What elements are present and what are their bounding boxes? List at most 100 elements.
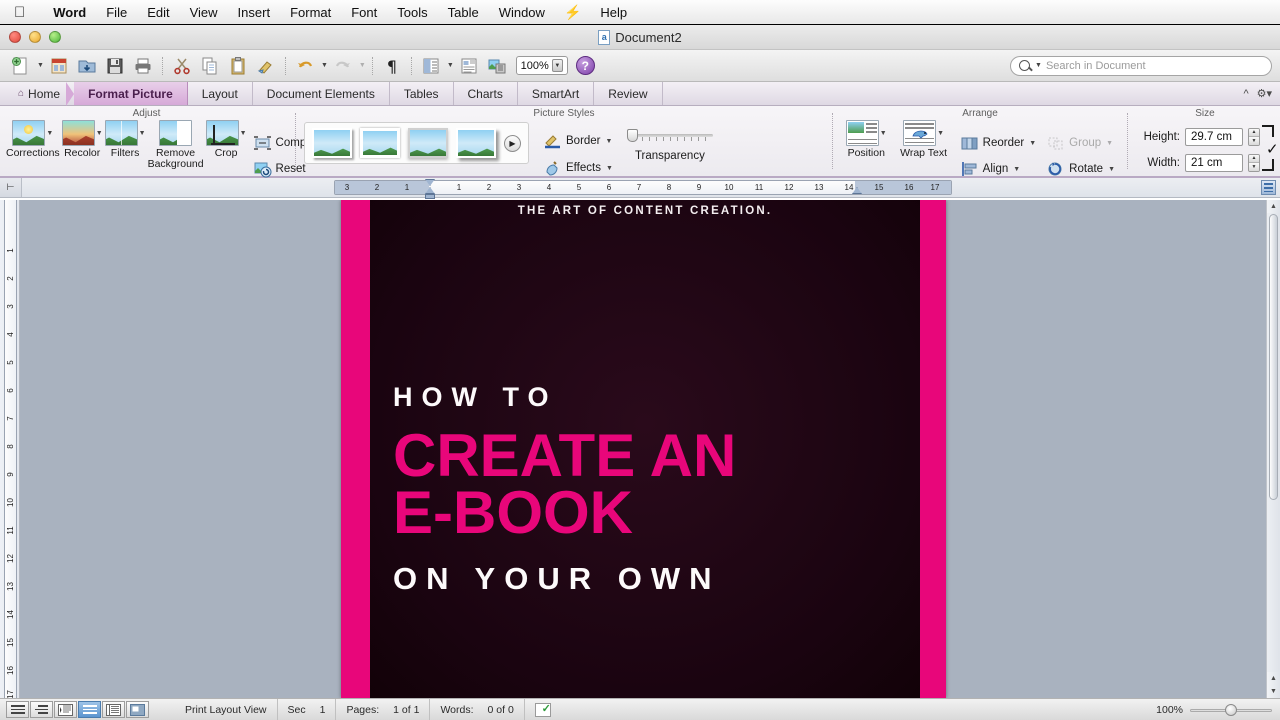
effects-dropdown[interactable]: ▼ bbox=[606, 165, 613, 172]
left-indent-marker[interactable] bbox=[425, 194, 435, 199]
picture-style-1[interactable] bbox=[312, 128, 352, 158]
border-button[interactable]: Border ▼ bbox=[539, 129, 617, 153]
redo-dropdown[interactable]: ▼ bbox=[359, 62, 366, 69]
print-layout-icon[interactable] bbox=[78, 701, 101, 718]
spell-check-cell[interactable] bbox=[523, 699, 561, 720]
tab-smartart[interactable]: SmartArt bbox=[518, 82, 595, 105]
print-icon[interactable] bbox=[130, 54, 156, 78]
wrap-text-button[interactable]: ▼ Wrap Text bbox=[893, 119, 953, 159]
spell-check-icon[interactable] bbox=[534, 702, 551, 717]
zoom-slider-knob[interactable] bbox=[1225, 703, 1237, 716]
position-button[interactable]: ▼ Position bbox=[841, 119, 891, 159]
menu-item-view[interactable]: View bbox=[180, 0, 228, 25]
document-canvas[interactable]: THE ART OF CONTENT CREATION. HOW TO CREA… bbox=[20, 200, 1280, 698]
menu-item-insert[interactable]: Insert bbox=[228, 0, 281, 25]
scroll-down-arrow-2[interactable]: ▼ bbox=[1267, 685, 1280, 698]
tab-charts[interactable]: Charts bbox=[454, 82, 518, 105]
remove-background-button[interactable]: Remove Background bbox=[148, 119, 204, 170]
tab-layout[interactable]: Layout bbox=[188, 82, 253, 105]
new-document-dropdown[interactable]: ▼ bbox=[37, 62, 44, 69]
outline-view-icon[interactable] bbox=[30, 701, 53, 718]
sidebar-panel-icon[interactable] bbox=[1261, 180, 1276, 195]
redo-icon[interactable] bbox=[330, 54, 356, 78]
draft-view-icon[interactable] bbox=[6, 701, 29, 718]
scroll-up-arrow[interactable]: ▲ bbox=[1267, 200, 1280, 213]
full-screen-icon[interactable] bbox=[126, 701, 149, 718]
menu-item-file[interactable]: File bbox=[96, 0, 137, 25]
picture-style-3[interactable] bbox=[408, 128, 448, 158]
undo-icon[interactable] bbox=[292, 54, 318, 78]
help-button[interactable]: ? bbox=[575, 56, 595, 75]
tab-document-elements[interactable]: Document Elements bbox=[253, 82, 390, 105]
picture-style-2[interactable] bbox=[360, 128, 400, 158]
gear-icon[interactable]: ⚙▾ bbox=[1257, 87, 1272, 100]
tab-format-picture[interactable]: Format Picture bbox=[74, 82, 188, 105]
tab-review[interactable]: Review bbox=[594, 82, 663, 105]
crop-dropdown[interactable]: ▼ bbox=[240, 130, 247, 137]
reorder-dropdown[interactable]: ▼ bbox=[1029, 140, 1036, 147]
bolt-icon[interactable]: ⚡ bbox=[555, 4, 590, 21]
show-paragraph-marks-icon[interactable]: ¶ bbox=[379, 54, 405, 78]
paste-icon[interactable] bbox=[225, 54, 251, 78]
height-input[interactable]: 29.7 cm bbox=[1185, 127, 1243, 146]
width-stepper[interactable]: ▲ ▼ bbox=[1248, 153, 1260, 172]
new-document-icon[interactable] bbox=[8, 54, 34, 78]
corrections-dropdown[interactable]: ▼ bbox=[46, 130, 53, 137]
more-styles-icon[interactable]: ▶ bbox=[504, 134, 521, 152]
menu-item-edit[interactable]: Edit bbox=[137, 0, 179, 25]
document-page[interactable]: THE ART OF CONTENT CREATION. HOW TO CREA… bbox=[341, 200, 946, 698]
copy-icon[interactable] bbox=[197, 54, 223, 78]
tab-tables[interactable]: Tables bbox=[390, 82, 454, 105]
crop-button[interactable]: ▼ Crop bbox=[205, 119, 247, 159]
zoom-level-combo[interactable]: 100% ▼ bbox=[515, 56, 568, 75]
tab-home[interactable]: ⌂ Home bbox=[4, 82, 66, 105]
open-icon[interactable] bbox=[74, 54, 100, 78]
picture-style-4[interactable] bbox=[456, 128, 496, 158]
media-browser-icon[interactable] bbox=[484, 54, 510, 78]
columns-dropdown[interactable]: ▼ bbox=[447, 62, 454, 69]
menu-item-help[interactable]: Help bbox=[590, 0, 637, 25]
columns-icon[interactable] bbox=[418, 54, 444, 78]
search-input[interactable]: ▼ Search in Document bbox=[1010, 55, 1272, 76]
save-icon[interactable] bbox=[102, 54, 128, 78]
menu-item-tools[interactable]: Tools bbox=[387, 0, 437, 25]
reorder-button[interactable]: Reorder ▼ bbox=[956, 131, 1041, 155]
corrections-button[interactable]: ▼ Corrections bbox=[6, 119, 60, 159]
border-dropdown[interactable]: ▼ bbox=[606, 138, 613, 145]
zoom-slider[interactable] bbox=[1190, 703, 1272, 716]
scrollbar-thumb[interactable] bbox=[1269, 214, 1278, 500]
filters-button[interactable]: ▼ Filters bbox=[104, 119, 146, 159]
format-painter-icon[interactable] bbox=[253, 54, 279, 78]
search-options-chevron[interactable]: ▼ bbox=[1035, 62, 1042, 69]
menu-item-font[interactable]: Font bbox=[341, 0, 387, 25]
vertical-ruler[interactable]: 1 2 3 4 5 6 7 8 9 10 11 12 13 14 15 16 1… bbox=[0, 200, 20, 698]
menu-item-table[interactable]: Table bbox=[438, 0, 489, 25]
new-from-template-icon[interactable] bbox=[46, 54, 72, 78]
undo-dropdown[interactable]: ▼ bbox=[321, 62, 328, 69]
notebook-layout-icon[interactable] bbox=[102, 701, 125, 718]
filters-dropdown[interactable]: ▼ bbox=[139, 130, 146, 137]
navigation-pane-icon[interactable] bbox=[456, 54, 482, 78]
menu-item-format[interactable]: Format bbox=[280, 0, 341, 25]
transparency-slider[interactable] bbox=[626, 129, 713, 142]
apple-icon[interactable]:  bbox=[14, 5, 25, 20]
chevron-up-icon[interactable]: ^ bbox=[1243, 88, 1248, 100]
position-dropdown[interactable]: ▼ bbox=[880, 130, 887, 137]
recolor-dropdown[interactable]: ▼ bbox=[96, 130, 103, 137]
menu-item-window[interactable]: Window bbox=[489, 0, 555, 25]
align-dropdown[interactable]: ▼ bbox=[1013, 166, 1020, 173]
recolor-button[interactable]: ▼ Recolor bbox=[61, 119, 103, 159]
menu-item-word[interactable]: Word bbox=[43, 0, 96, 25]
vertical-scrollbar[interactable]: ▲ ▲ ▼ bbox=[1266, 200, 1280, 698]
height-stepper[interactable]: ▲ ▼ bbox=[1248, 127, 1260, 146]
width-input[interactable]: 21 cm bbox=[1185, 153, 1243, 172]
size-handles-icon[interactable]: ✓ bbox=[1262, 124, 1279, 171]
cut-icon[interactable] bbox=[169, 54, 195, 78]
rotate-dropdown[interactable]: ▼ bbox=[1108, 166, 1115, 173]
tab-stop-icon[interactable]: ⊢ bbox=[0, 178, 22, 197]
publishing-layout-icon[interactable] bbox=[54, 701, 77, 718]
chevron-down-icon[interactable]: ▼ bbox=[551, 59, 563, 72]
transparency-slider-knob[interactable] bbox=[626, 129, 638, 142]
scroll-down-arrow[interactable]: ▲ bbox=[1267, 672, 1280, 685]
effects-button[interactable]: Effects ▼ bbox=[539, 156, 617, 180]
